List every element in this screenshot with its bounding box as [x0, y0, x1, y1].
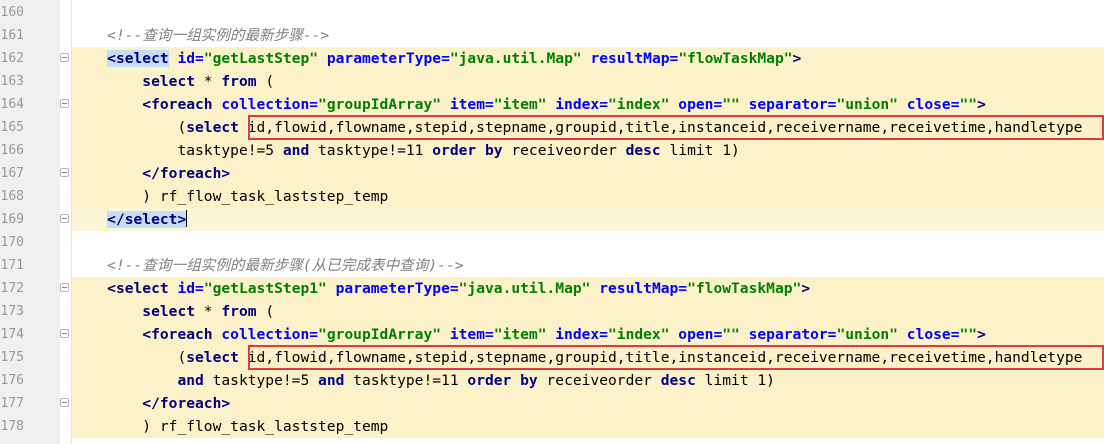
fold-toggle-icon[interactable] [60, 168, 69, 177]
fold-toggle-icon[interactable] [60, 398, 69, 407]
line-content[interactable]: </foreach> [72, 162, 1104, 185]
line-number: 166 [0, 143, 24, 158]
fold-toggle-icon[interactable] [60, 53, 69, 62]
code-line: 161 <!--查询一组实例的最新步骤--> [0, 24, 1104, 47]
line-number: 161 [0, 28, 24, 43]
code-line: 177 </foreach> [0, 392, 1104, 415]
line-content[interactable]: <foreach collection="groupIdArray" item=… [72, 323, 1104, 346]
line-number: 160 [0, 5, 24, 20]
line-content[interactable]: <!--查询一组实例的最新步骤--> [72, 24, 1104, 47]
line-number: 165 [0, 120, 24, 135]
line-content[interactable]: <select id="getLastStep1" parameterType=… [72, 277, 1104, 300]
line-number: 163 [0, 74, 24, 89]
line-content[interactable]: (select id,flowid,flowname,stepid,stepna… [72, 116, 1104, 139]
line-content[interactable]: <select id="getLastStep" parameterType="… [72, 47, 1104, 70]
fold-toggle-icon[interactable] [60, 99, 69, 108]
line-content[interactable] [72, 231, 1104, 254]
code-line: 173 select * from ( [0, 300, 1104, 323]
fold-toggle-icon[interactable] [60, 329, 69, 338]
code-line: 170 [0, 231, 1104, 254]
line-number: 170 [0, 235, 24, 250]
code-line: 168 ) rf_flow_task_laststep_temp [0, 185, 1104, 208]
line-number: 169 [0, 212, 24, 227]
line-content[interactable]: select * from ( [72, 300, 1104, 323]
line-number: 164 [0, 97, 24, 112]
code-line: 167 </foreach> [0, 162, 1104, 185]
line-number: 171 [0, 258, 24, 273]
code-line-current: 169 </select> [0, 208, 1104, 231]
line-content[interactable]: </select> [72, 208, 1104, 231]
line-number: 176 [0, 373, 24, 388]
line-number: 173 [0, 304, 24, 319]
code-line: 174 <foreach collection="groupIdArray" i… [0, 323, 1104, 346]
line-content[interactable]: (select id,flowid,flowname,stepid,stepna… [72, 346, 1104, 369]
code-line: 172 <select id="getLastStep1" parameterT… [0, 277, 1104, 300]
code-editor[interactable]: 160 161 <!--查询一组实例的最新步骤--> 162 <select i… [0, 0, 1104, 444]
line-content[interactable]: ) rf_flow_task_laststep_temp [72, 415, 1104, 438]
xml-comment: <!--查询一组实例的最新步骤(从已完成表中查询)--> [107, 257, 464, 274]
text-caret [186, 210, 188, 227]
line-content[interactable]: ) rf_flow_task_laststep_temp [72, 185, 1104, 208]
code-line: 163 select * from ( [0, 70, 1104, 93]
code-line: 160 [0, 1, 1104, 24]
line-content[interactable]: select * from ( [72, 70, 1104, 93]
line-content[interactable]: and tasktype!=5 and tasktype!=11 order b… [72, 369, 1104, 392]
line-content[interactable] [72, 1, 1104, 24]
code-line: 164 <foreach collection="groupIdArray" i… [0, 93, 1104, 116]
fold-toggle-icon[interactable] [60, 283, 69, 292]
line-number: 172 [0, 281, 24, 296]
code-line: 175 (select id,flowid,flowname,stepid,st… [0, 346, 1104, 369]
line-content[interactable]: </foreach> [72, 392, 1104, 415]
code-line: 166 tasktype!=5 and tasktype!=11 order b… [0, 139, 1104, 162]
line-number: 174 [0, 327, 24, 342]
code-line: 162 <select id="getLastStep" parameterTy… [0, 47, 1104, 70]
line-number: 167 [0, 166, 24, 181]
fold-toggle-icon[interactable] [60, 214, 69, 223]
line-content[interactable]: <foreach collection="groupIdArray" item=… [72, 93, 1104, 116]
line-number: 168 [0, 189, 24, 204]
line-number: 175 [0, 350, 24, 365]
code-line: 176 and tasktype!=5 and tasktype!=11 ord… [0, 369, 1104, 392]
code-line: 178 ) rf_flow_task_laststep_temp [0, 415, 1104, 438]
code-line: 171 <!--查询一组实例的最新步骤(从已完成表中查询)--> [0, 254, 1104, 277]
line-content[interactable]: <!--查询一组实例的最新步骤(从已完成表中查询)--> [72, 254, 1104, 277]
code-line: 165 (select id,flowid,flowname,stepid,st… [0, 116, 1104, 139]
line-number: 177 [0, 396, 24, 411]
line-number: 178 [0, 419, 24, 434]
line-number: 162 [0, 51, 24, 66]
xml-comment: <!--查询一组实例的最新步骤--> [107, 27, 330, 44]
line-content[interactable]: tasktype!=5 and tasktype!=11 order by re… [72, 139, 1104, 162]
